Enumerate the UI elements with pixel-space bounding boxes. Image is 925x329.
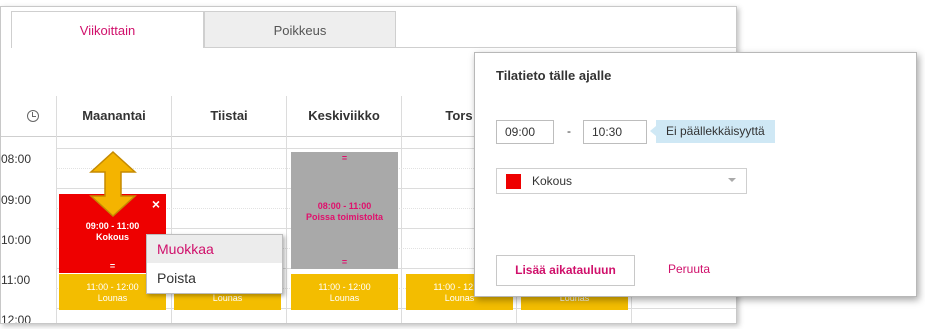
chevron-down-icon bbox=[728, 178, 736, 182]
status-select-value: Kokous bbox=[532, 174, 573, 188]
time-separator: - bbox=[567, 124, 571, 138]
day-header-tuesday: Tiistai bbox=[171, 96, 286, 136]
event-away[interactable]: = 08:00 - 11:00 Poissa toimistolta = bbox=[291, 152, 398, 269]
event-title: Poissa toimistolta bbox=[305, 212, 384, 222]
event-title: Lounas bbox=[329, 293, 360, 303]
grid-line bbox=[56, 136, 57, 323]
time-label: 08:00 bbox=[1, 152, 32, 166]
event-title: Lounas bbox=[97, 293, 128, 303]
event-time: 11:00 - 12:00 bbox=[318, 282, 371, 292]
context-menu: Muokkaa Poista bbox=[146, 234, 283, 294]
cancel-link[interactable]: Peruuta bbox=[668, 262, 710, 276]
start-time-input[interactable]: 09:00 bbox=[496, 120, 554, 144]
grid-line bbox=[286, 136, 287, 323]
menu-item-delete[interactable]: Poista bbox=[147, 264, 282, 292]
clock-icon bbox=[27, 110, 39, 122]
tab-exception[interactable]: Poikkeus bbox=[204, 11, 396, 48]
event-lunch[interactable]: 11:00 - 12:00 Lounas bbox=[291, 274, 398, 310]
event-title: Lounas bbox=[212, 293, 243, 303]
resize-arrow-icon bbox=[89, 150, 137, 218]
time-label: 09:00 bbox=[1, 193, 32, 207]
close-icon[interactable]: × bbox=[152, 196, 160, 212]
resize-handle-bottom[interactable]: = bbox=[291, 258, 398, 267]
status-dialog: Tilatieto tälle ajalle 09:00 - 10:30 Ei … bbox=[474, 52, 917, 297]
status-color-swatch bbox=[506, 174, 521, 189]
overlap-tooltip: Ei päällekkäisyyttä bbox=[650, 120, 775, 143]
end-time-input[interactable]: 10:30 bbox=[583, 120, 647, 144]
time-label: 10:00 bbox=[1, 233, 32, 247]
add-to-schedule-button[interactable]: Lisää aikatauluun bbox=[496, 255, 635, 286]
status-select[interactable]: Kokous bbox=[496, 168, 747, 194]
day-header-wednesday: Keskiviikko bbox=[286, 96, 401, 136]
time-label: 12:00 bbox=[1, 313, 32, 324]
time-label: 11:00 bbox=[1, 273, 31, 287]
day-header-monday: Maanantai bbox=[56, 96, 171, 136]
grid-line bbox=[401, 136, 402, 323]
event-time: 08:00 - 11:00 bbox=[317, 201, 372, 211]
grid-line bbox=[171, 136, 172, 323]
dialog-title: Tilatieto tälle ajalle bbox=[496, 68, 612, 83]
tab-divider bbox=[396, 47, 736, 48]
tab-weekly[interactable]: Viikoittain bbox=[11, 11, 204, 48]
menu-item-edit[interactable]: Muokkaa bbox=[147, 235, 282, 263]
event-time: 09:00 - 11:00 bbox=[85, 221, 140, 231]
resize-handle-top[interactable]: = bbox=[291, 154, 398, 163]
